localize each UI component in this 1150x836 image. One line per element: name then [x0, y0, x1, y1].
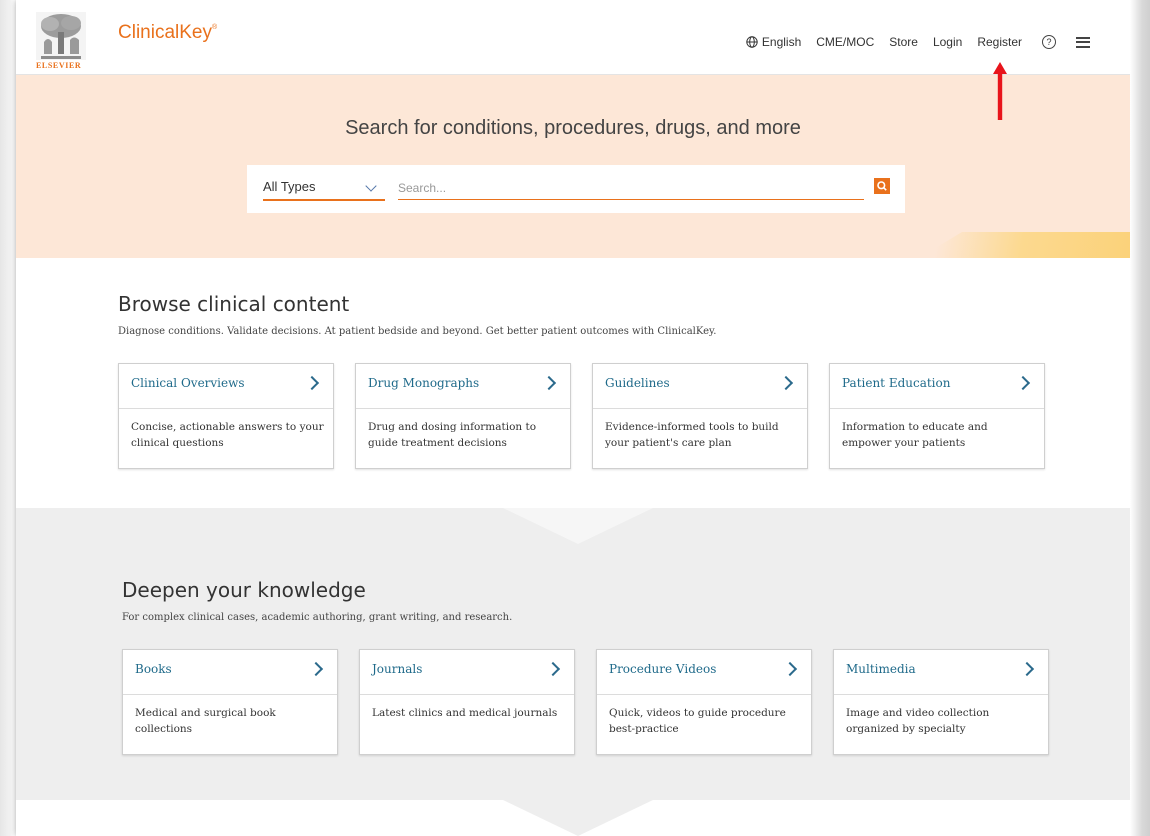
cme-moc-link[interactable]: CME/MOC — [816, 35, 874, 49]
card-title: Drug Monographs — [368, 376, 480, 390]
deepen-section-title: Deepen your knowledge — [122, 578, 366, 602]
search-bar: All Types — [247, 165, 905, 213]
registered-mark: ® — [211, 24, 218, 31]
card-description: Concise, actionable answers to your clin… — [131, 421, 324, 449]
card-description: Image and video collection organized by … — [846, 707, 990, 735]
language-selector[interactable]: English — [746, 35, 801, 49]
card-description: Information to educate and empower your … — [842, 421, 988, 449]
card-guidelines[interactable]: Guidelines Evidence-informed tools to bu… — [592, 363, 808, 469]
card-description: Drug and dosing information to guide tre… — [368, 421, 537, 449]
card-header: Multimedia — [834, 650, 1048, 695]
search-hero: Search for conditions, procedures, drugs… — [16, 75, 1130, 258]
card-journals[interactable]: Journals Latest clinics and medical jour… — [359, 649, 575, 755]
content-type-value: All Types — [263, 179, 316, 194]
search-icon — [877, 181, 887, 191]
brand-name: ClinicalKey — [118, 22, 212, 43]
hero-title: Search for conditions, procedures, drugs… — [345, 117, 801, 139]
chevron-right-icon — [782, 661, 798, 677]
window-edge — [1130, 0, 1150, 836]
chevron-right-icon — [545, 661, 561, 677]
card-description: Quick, videos to guide procedure best-pr… — [609, 707, 786, 735]
card-drug-monographs[interactable]: Drug Monographs Drug and dosing informat… — [355, 363, 571, 469]
search-button[interactable] — [874, 178, 890, 194]
deepen-section-subtitle: For complex clinical cases, academic aut… — [122, 612, 513, 623]
clinicalkey-logo[interactable]: ClinicalKey® — [118, 22, 217, 44]
site-header: ELSEVIER ClinicalKey® English CME/MOC St… — [16, 0, 1130, 75]
help-icon[interactable]: ? — [1042, 35, 1056, 49]
chevron-right-icon — [778, 375, 794, 391]
browse-card-row: Clinical Overviews Concise, actionable a… — [118, 363, 1066, 469]
chevron-right-icon — [541, 375, 557, 391]
card-description: Medical and surgical book collections — [135, 707, 276, 735]
search-field — [398, 179, 864, 200]
card-title: Journals — [372, 662, 423, 676]
card-description: Evidence-informed tools to build your pa… — [605, 421, 779, 449]
card-header: Patient Education — [830, 364, 1044, 409]
search-input[interactable] — [398, 179, 838, 197]
card-title: Multimedia — [846, 662, 916, 676]
elsevier-wordmark: ELSEVIER — [36, 61, 82, 70]
card-header: Guidelines — [593, 364, 807, 409]
red-arrow-annotation-icon — [993, 62, 1007, 120]
card-header: Procedure Videos — [597, 650, 811, 695]
page: ELSEVIER ClinicalKey® English CME/MOC St… — [16, 0, 1130, 836]
card-multimedia[interactable]: Multimedia Image and video collection or… — [833, 649, 1049, 755]
card-books[interactable]: Books Medical and surgical book collecti… — [122, 649, 338, 755]
card-header: Journals — [360, 650, 574, 695]
card-header: Clinical Overviews — [119, 364, 333, 409]
top-navigation: English CME/MOC Store Login Register ? — [731, 34, 1090, 50]
section-divider-notch — [503, 800, 653, 836]
login-link[interactable]: Login — [933, 35, 962, 49]
card-description: Latest clinics and medical journals — [372, 707, 558, 719]
card-title: Guidelines — [605, 376, 670, 390]
chevron-right-icon — [1015, 375, 1031, 391]
card-clinical-overviews[interactable]: Clinical Overviews Concise, actionable a… — [118, 363, 334, 469]
register-link[interactable]: Register — [977, 35, 1022, 49]
card-header: Drug Monographs — [356, 364, 570, 409]
chevron-down-icon — [365, 180, 377, 192]
browse-section-subtitle: Diagnose conditions. Validate decisions.… — [118, 326, 717, 337]
deepen-card-row: Books Medical and surgical book collecti… — [122, 649, 1070, 755]
card-title: Books — [135, 662, 172, 676]
globe-icon — [746, 36, 758, 48]
card-patient-education[interactable]: Patient Education Information to educate… — [829, 363, 1045, 469]
content-type-select[interactable]: All Types — [263, 179, 385, 201]
card-title: Clinical Overviews — [131, 376, 245, 390]
chevron-right-icon — [308, 661, 324, 677]
language-label: English — [761, 35, 802, 49]
hamburger-menu-icon[interactable] — [1076, 34, 1090, 50]
chevron-right-icon — [304, 375, 320, 391]
card-title: Procedure Videos — [609, 662, 717, 676]
card-procedure-videos[interactable]: Procedure Videos Quick, videos to guide … — [596, 649, 812, 755]
browse-section-title: Browse clinical content — [118, 292, 350, 316]
store-link[interactable]: Store — [889, 35, 918, 49]
elsevier-tree-logo-icon[interactable] — [36, 12, 86, 60]
chevron-right-icon — [1019, 661, 1035, 677]
card-title: Patient Education — [842, 376, 951, 390]
decorative-stripe — [918, 232, 1130, 258]
card-header: Books — [123, 650, 337, 695]
